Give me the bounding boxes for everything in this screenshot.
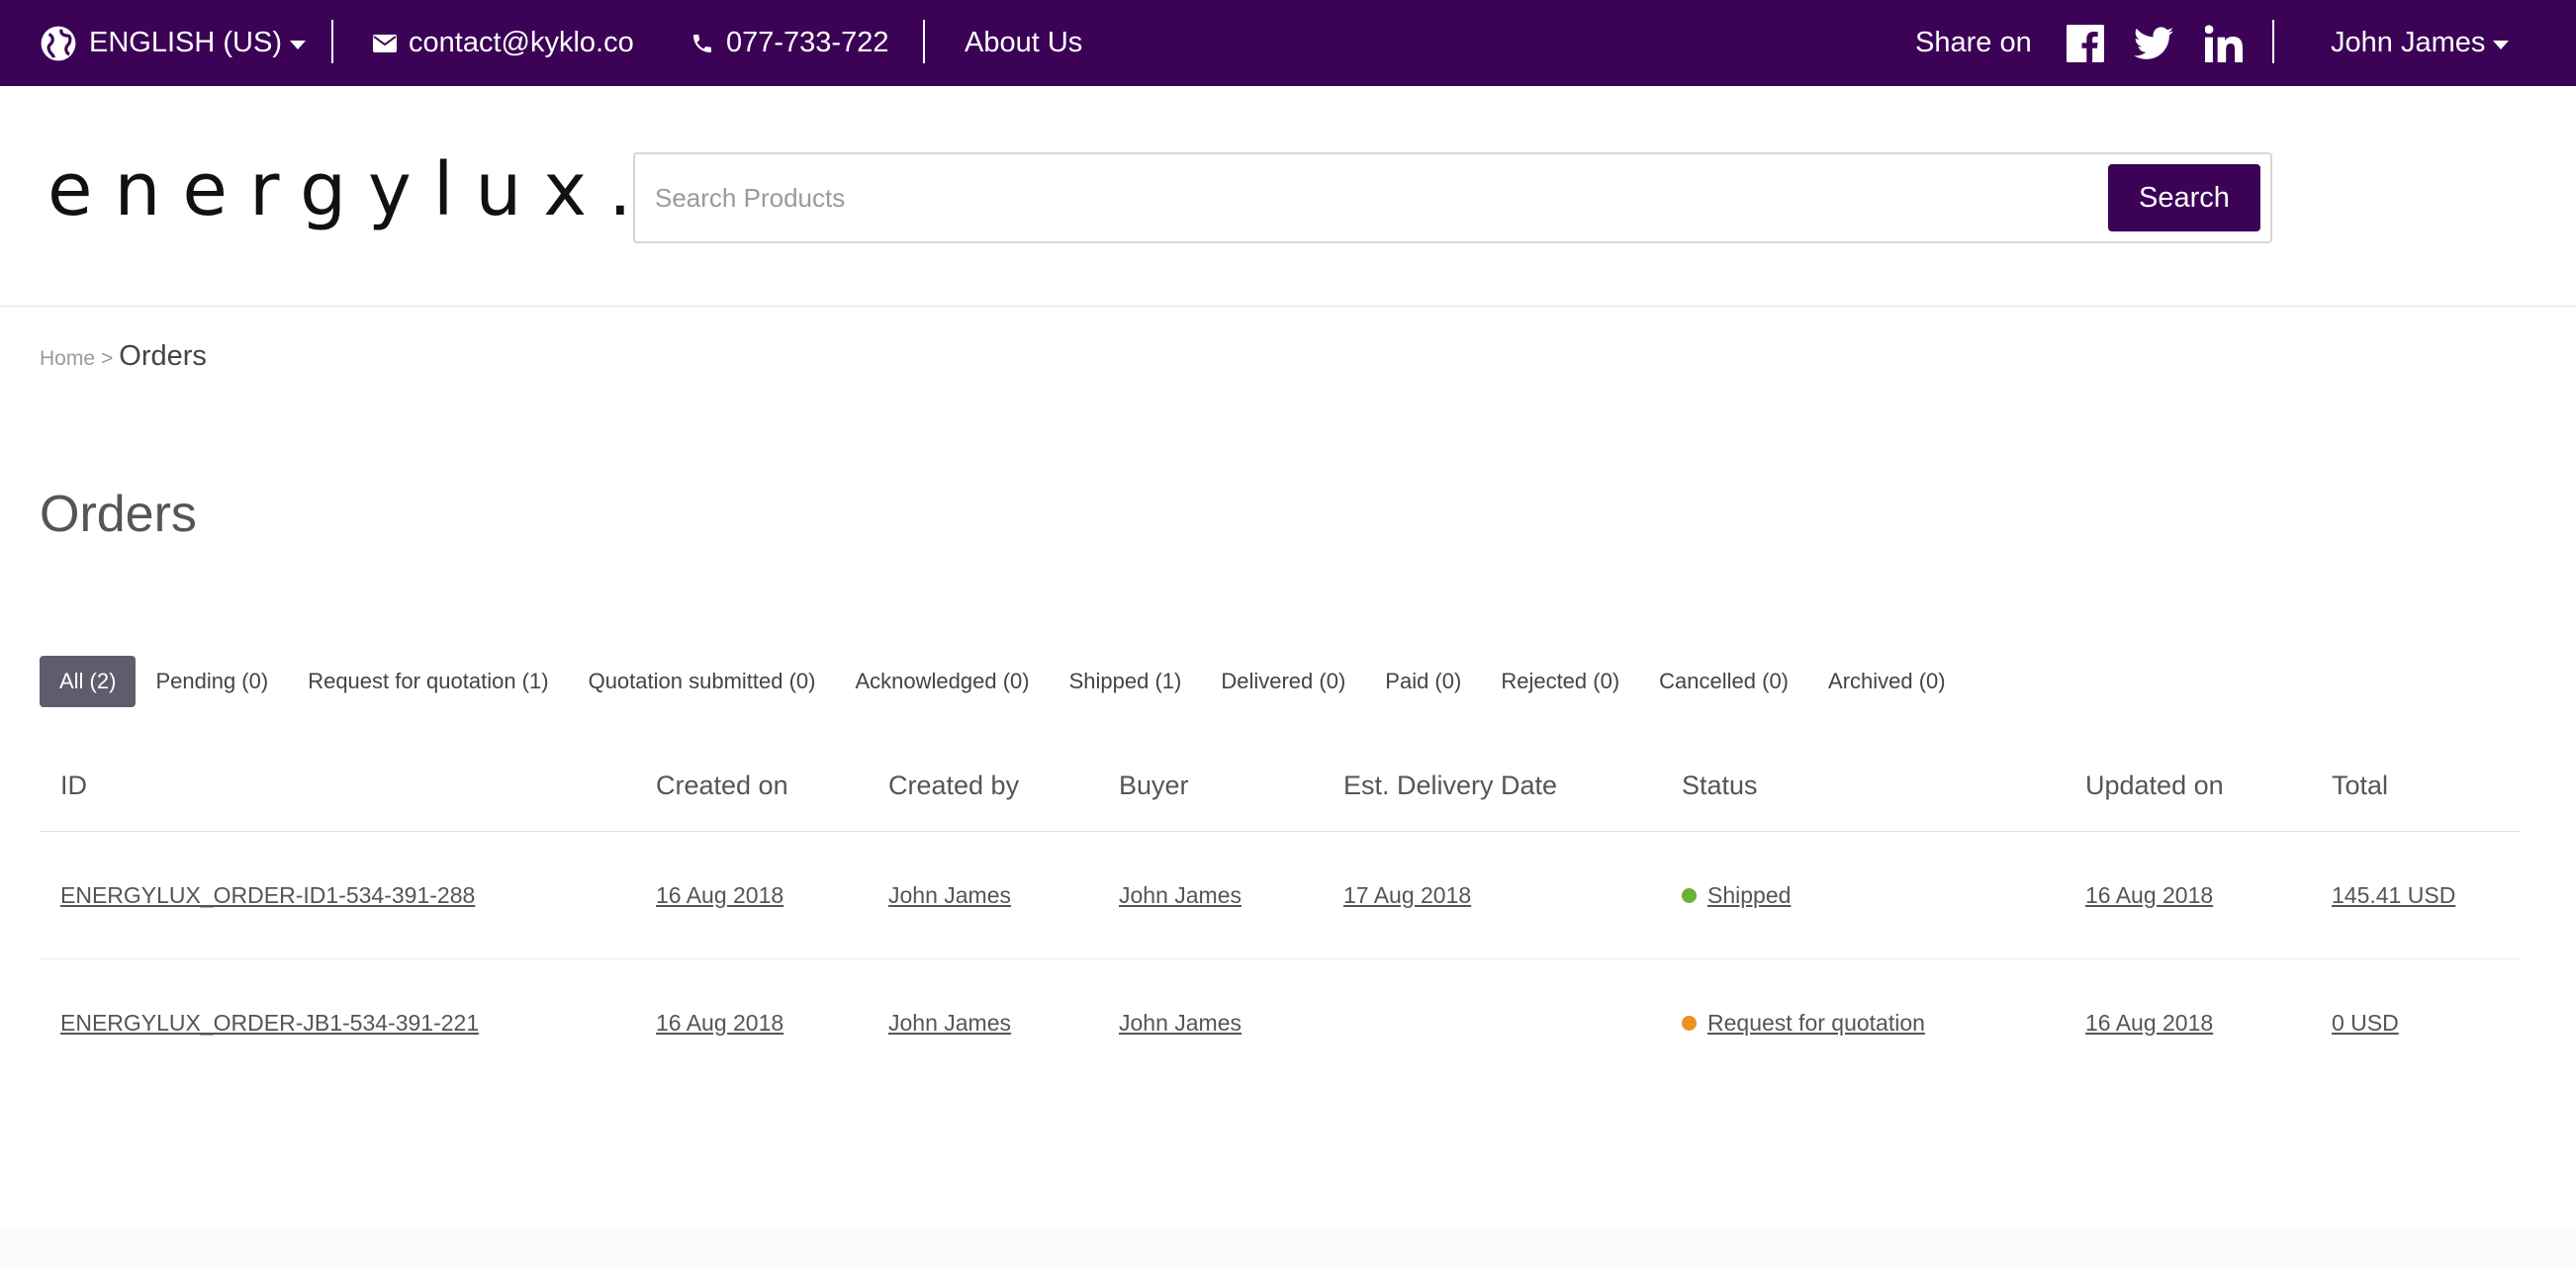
facebook-icon: [2067, 24, 2104, 62]
updated-on-link[interactable]: 16 Aug 2018: [2085, 1010, 2213, 1037]
column-header-status: Status: [1682, 770, 1758, 800]
status-dot-icon: [1682, 887, 1697, 903]
column-header-created-by: Created by: [888, 770, 1020, 800]
column-header-created-on: Created on: [656, 770, 788, 800]
phone-icon: [690, 32, 714, 55]
top-bar: ENGLISH (US) contact@kyklo.co 077-733-72…: [0, 0, 2576, 86]
chevron-down-icon: [289, 41, 306, 49]
table-row: ENERGYLUX_ORDER-JB1-534-391-221 16 Aug 2…: [40, 959, 2521, 1087]
contact-phone-link[interactable]: 077-733-722: [690, 0, 888, 86]
column-header-total: Total: [2332, 770, 2389, 800]
search-input[interactable]: [655, 154, 2079, 241]
about-us-link[interactable]: About Us: [965, 0, 1082, 86]
footer-strip: [0, 1226, 2576, 1269]
divider: [331, 20, 333, 63]
twitter-icon: [2134, 26, 2173, 60]
table-row: ENERGYLUX_ORDER-ID1-534-391-288 16 Aug 2…: [40, 832, 2521, 959]
phone-text: 077-733-722: [726, 27, 889, 58]
created-on-link[interactable]: 16 Aug 2018: [656, 882, 783, 909]
order-id-link[interactable]: ENERGYLUX_ORDER-JB1-534-391-221: [60, 1010, 479, 1037]
user-menu[interactable]: John James: [2331, 0, 2510, 86]
tab-paid[interactable]: Paid (0): [1365, 656, 1481, 707]
linkedin-share-button[interactable]: [2205, 0, 2243, 86]
column-header-est-delivery-date: Est. Delivery Date: [1343, 770, 1558, 800]
breadcrumb-home-link[interactable]: Home: [40, 347, 95, 371]
tab-delivered[interactable]: Delivered (0): [1201, 656, 1365, 707]
est-delivery-link[interactable]: 17 Aug 2018: [1343, 882, 1471, 909]
column-header-id: ID: [60, 770, 87, 800]
tab-acknowledged[interactable]: Acknowledged (0): [835, 656, 1049, 707]
facebook-share-button[interactable]: [2067, 0, 2104, 86]
created-on-link[interactable]: 16 Aug 2018: [656, 1010, 783, 1037]
status-dot-icon: [1682, 1016, 1697, 1031]
total-link[interactable]: 0 USD: [2332, 1010, 2399, 1037]
search-button[interactable]: Search: [2108, 164, 2260, 231]
tab-all[interactable]: All (2): [40, 656, 137, 707]
table-header: ID Created on Created by Buyer Est. Deli…: [40, 740, 2521, 832]
email-text: contact@kyklo.co: [409, 27, 634, 58]
language-label: ENGLISH (US): [89, 27, 282, 58]
status-link[interactable]: Request for quotation: [1707, 1010, 1925, 1037]
tab-archived[interactable]: Archived (0): [1808, 656, 1966, 707]
buyer-link[interactable]: John James: [1119, 1010, 1242, 1037]
tab-cancelled[interactable]: Cancelled (0): [1639, 656, 1808, 707]
tab-pending[interactable]: Pending (0): [136, 656, 288, 707]
twitter-share-button[interactable]: [2134, 0, 2173, 86]
status-link[interactable]: Shipped: [1707, 882, 1791, 909]
tab-quotation-submitted[interactable]: Quotation submitted (0): [569, 656, 836, 707]
breadcrumb-current: Orders: [119, 340, 207, 372]
tab-request-for-quotation[interactable]: Request for quotation (1): [288, 656, 568, 707]
divider: [923, 20, 925, 63]
total-link[interactable]: 145.41 USD: [2332, 882, 2455, 909]
language-selector[interactable]: ENGLISH (US): [40, 0, 306, 86]
created-by-link[interactable]: John James: [888, 882, 1011, 909]
chevron-down-icon: [2493, 41, 2510, 49]
search-bar: Search: [633, 152, 2272, 243]
tab-shipped[interactable]: Shipped (1): [1050, 656, 1202, 707]
order-id-link[interactable]: ENERGYLUX_ORDER-ID1-534-391-288: [60, 882, 475, 909]
tab-rejected[interactable]: Rejected (0): [1481, 656, 1639, 707]
column-header-buyer: Buyer: [1119, 770, 1189, 800]
energylux-logo[interactable]: energylux.: [47, 147, 654, 232]
buyer-link[interactable]: John James: [1119, 882, 1242, 909]
linkedin-icon: [2205, 24, 2243, 62]
order-status-tabs: All (2) Pending (0) Request for quotatio…: [40, 656, 1966, 707]
orders-table: ID Created on Created by Buyer Est. Deli…: [40, 740, 2521, 1087]
mail-icon: [373, 34, 397, 52]
contact-email-link[interactable]: contact@kyklo.co: [373, 0, 634, 86]
column-header-updated-on: Updated on: [2085, 770, 2224, 800]
divider: [2272, 20, 2274, 63]
breadcrumb: Home > Orders: [40, 340, 207, 373]
breadcrumb-separator: >: [101, 347, 114, 370]
globe-icon: [40, 25, 77, 62]
created-by-link[interactable]: John James: [888, 1010, 1011, 1037]
page-title: Orders: [40, 486, 197, 543]
updated-on-link[interactable]: 16 Aug 2018: [2085, 882, 2213, 909]
share-label: Share on: [1915, 27, 2032, 58]
user-name: John James: [2331, 27, 2486, 58]
site-header: energylux. Search: [0, 86, 2576, 307]
